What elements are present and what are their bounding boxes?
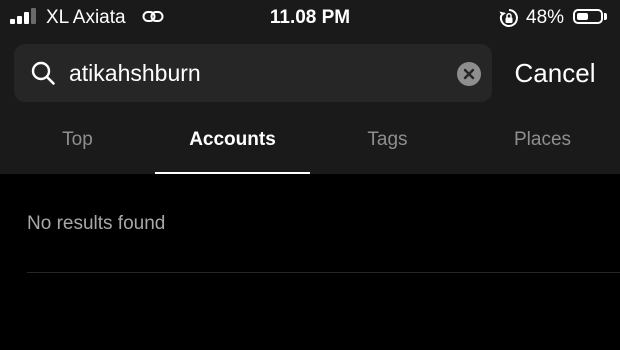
link-icon <box>142 11 164 22</box>
divider <box>27 272 620 273</box>
clear-search-icon[interactable] <box>457 62 481 86</box>
tab-places[interactable]: Places <box>465 120 620 174</box>
tab-tags[interactable]: Tags <box>310 120 465 174</box>
battery-percent: 48% <box>526 7 565 28</box>
status-bar: XL Axiata 11.08 PM 48% <box>0 0 620 38</box>
carrier-name: XL Axiata <box>46 7 126 28</box>
tab-accounts[interactable]: Accounts <box>155 120 310 174</box>
battery-icon <box>573 9 603 24</box>
search-tabs: Top Accounts Tags Places <box>0 120 620 174</box>
status-time: 11.08 PM <box>269 7 351 28</box>
no-results-message: No results found <box>27 213 166 234</box>
tab-top[interactable]: Top <box>0 120 155 174</box>
signal-icon <box>10 8 40 24</box>
search-box[interactable] <box>14 44 492 102</box>
search-input[interactable] <box>69 52 439 94</box>
battery-nub <box>604 13 607 20</box>
cancel-button[interactable]: Cancel <box>500 44 610 102</box>
search-icon <box>31 61 55 85</box>
search-header: Cancel Top Accounts Tags Places <box>0 38 620 174</box>
rotation-lock-icon <box>499 9 518 27</box>
